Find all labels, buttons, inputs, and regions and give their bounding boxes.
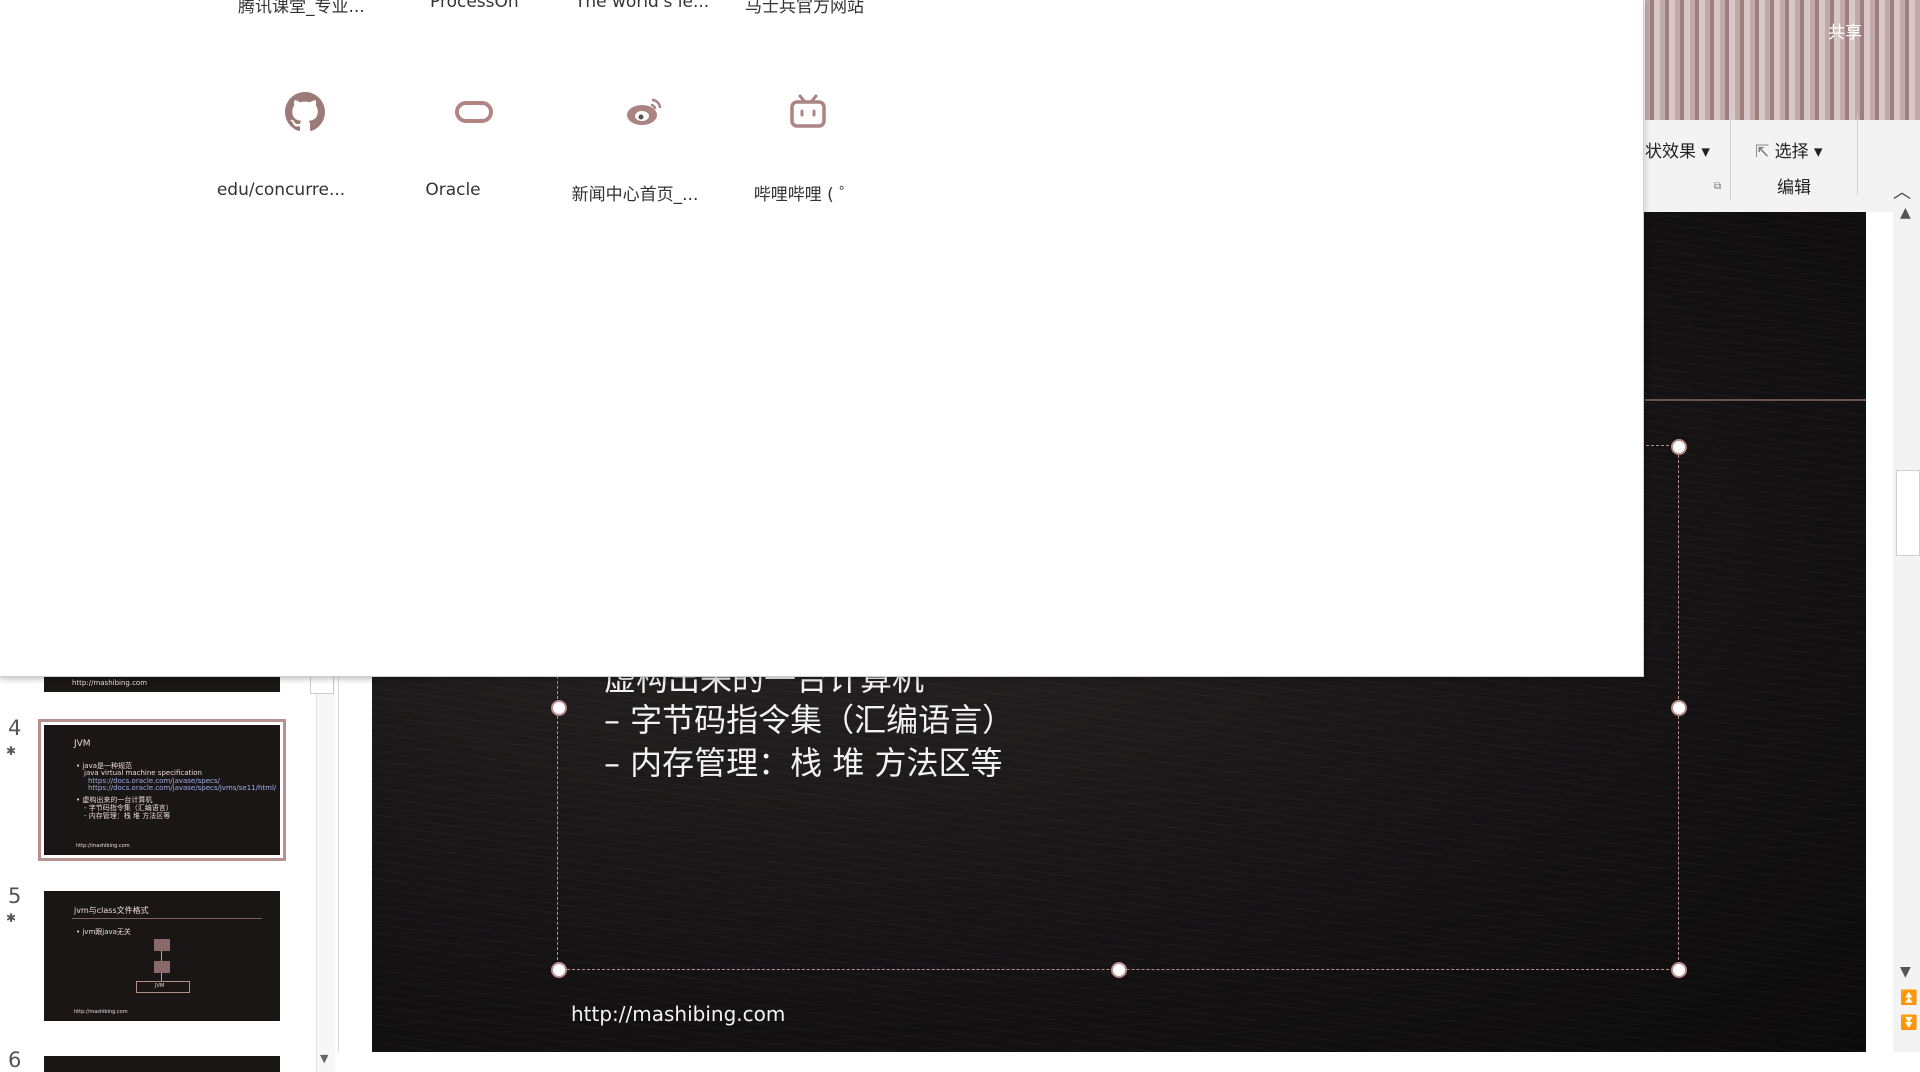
slide-thumbnail-6[interactable] bbox=[44, 1056, 280, 1072]
previous-slide-icon[interactable]: ⏫ bbox=[1900, 990, 1917, 1006]
edit-group-label: 编辑 bbox=[1777, 178, 1811, 198]
vertical-scrollbar[interactable] bbox=[1893, 212, 1920, 1072]
share-button[interactable]: 共享 bbox=[1828, 18, 1862, 43]
shortcut-label: 哔哩哔哩 ( ゜ bbox=[753, 185, 857, 205]
shape-effects-button[interactable]: 状效果 ▾ bbox=[1645, 137, 1710, 162]
shortcut-label: 新闻中心首页_... bbox=[571, 185, 699, 205]
shortcut-tile-weibo[interactable]: 新闻中心首页_... bbox=[560, 80, 720, 230]
resize-handle[interactable] bbox=[551, 962, 567, 978]
github-icon bbox=[283, 90, 327, 134]
weibo-icon bbox=[622, 90, 666, 134]
shortcut-label: Oracle bbox=[425, 180, 481, 200]
thumbnail-diagram-arrow bbox=[161, 973, 162, 981]
resize-handle[interactable] bbox=[1671, 700, 1687, 716]
slide-bullet: – 内存管理：栈 堆 方法区等 bbox=[604, 744, 1003, 782]
slide-number: 5 bbox=[8, 884, 22, 908]
bilibili-icon bbox=[786, 90, 830, 134]
oracle-icon bbox=[452, 90, 496, 134]
thumbnail-footer: http://mashibing.com bbox=[76, 843, 130, 849]
resize-handle[interactable] bbox=[551, 700, 567, 716]
thumbnail-line: java virtual machine specification bbox=[84, 769, 202, 777]
thumbnail-diagram-arrow bbox=[161, 951, 162, 961]
browser-new-tab-page: 腾讯课堂_专业... ProcessOn The world's le... 马… bbox=[0, 0, 1644, 677]
top-site-label[interactable]: 马士兵官方网站 bbox=[745, 0, 864, 17]
ribbon-background bbox=[1645, 0, 1920, 120]
shortcut-tile-bilibili[interactable]: 哔哩哔哩 ( ゜ bbox=[730, 80, 890, 230]
top-site-label[interactable]: The world's le... bbox=[575, 0, 709, 12]
slide-number: 6 bbox=[8, 1048, 22, 1072]
thumbnail-line: - 内存管理：栈 堆 方法区等 bbox=[84, 812, 171, 820]
slide-footer-url: http://mashibing.com bbox=[571, 1002, 786, 1026]
thumbnail-title: JVM bbox=[74, 739, 91, 749]
thumbnail-jvm-box: JVM bbox=[136, 981, 190, 993]
shape-effects-label: 状效果 bbox=[1645, 142, 1696, 162]
scroll-up-icon[interactable]: ▲ bbox=[1900, 205, 1911, 221]
thumbnail-diagram-box bbox=[154, 961, 170, 973]
top-site-label[interactable]: ProcessOn bbox=[430, 0, 519, 12]
animation-star-icon: ✱ bbox=[6, 911, 17, 925]
slide-number: 4 bbox=[8, 716, 22, 740]
thumbnail-title: jvm与class文件格式 bbox=[74, 906, 149, 915]
select-button[interactable]: ⇱ 选择 ▾ bbox=[1755, 137, 1823, 162]
resize-handle[interactable] bbox=[1671, 962, 1687, 978]
ribbon-divider bbox=[1857, 115, 1858, 195]
resize-handle[interactable] bbox=[1671, 439, 1687, 455]
next-slide-icon[interactable]: ⏬ bbox=[1900, 1015, 1917, 1031]
scroll-down-icon[interactable]: ▼ bbox=[320, 1052, 328, 1065]
scrollbar-thumb[interactable] bbox=[1896, 470, 1920, 556]
thumbnail-diagram-label: JVM bbox=[155, 983, 165, 989]
scroll-down-icon[interactable]: ▼ bbox=[1900, 964, 1911, 980]
share-label: 共享 bbox=[1828, 23, 1862, 43]
shortcut-tile-github[interactable]: edu/concurre... bbox=[206, 80, 366, 230]
thumbnail-diagram-box bbox=[154, 939, 170, 951]
status-bar bbox=[338, 1052, 1920, 1072]
thumbnail-link: https://docs.oracle.com/javase/specs/jvm… bbox=[88, 784, 277, 792]
slide-title-rule bbox=[1645, 399, 1866, 401]
slide-thumbnail-5[interactable]: jvm与class文件格式 • jvm跟java无关 JVM http://ma… bbox=[44, 891, 280, 1021]
collapse-ribbon-icon[interactable]: ︿ bbox=[1893, 178, 1911, 204]
slide-bullet: – 字节码指令集（汇编语言） bbox=[604, 701, 1015, 739]
select-label: 选择 bbox=[1774, 142, 1809, 162]
thumbnail-scrollbar[interactable]: ▼ bbox=[316, 674, 335, 1072]
dialog-launcher-icon[interactable]: ⧉ bbox=[1714, 181, 1721, 192]
cursor-icon: ⇱ bbox=[1755, 142, 1770, 162]
shortcut-tile-oracle[interactable]: Oracle bbox=[378, 80, 538, 230]
top-site-label[interactable]: 腾讯课堂_专业... bbox=[238, 0, 365, 17]
resize-handle[interactable] bbox=[1111, 962, 1127, 978]
thumbnail-resize-handle[interactable] bbox=[310, 674, 334, 694]
thumbnail-rule bbox=[72, 918, 262, 919]
thumbnail-line: • jvm跟java无关 bbox=[76, 928, 131, 936]
ribbon-divider bbox=[1730, 110, 1731, 200]
thumbnail-footer: http://mashibing.com bbox=[74, 1009, 128, 1015]
slide-thumbnail-4[interactable]: JVM • java是一种规范 java virtual machine spe… bbox=[38, 719, 286, 861]
shortcut-label: edu/concurre... bbox=[216, 180, 346, 200]
animation-star-icon: ✱ bbox=[6, 744, 17, 758]
